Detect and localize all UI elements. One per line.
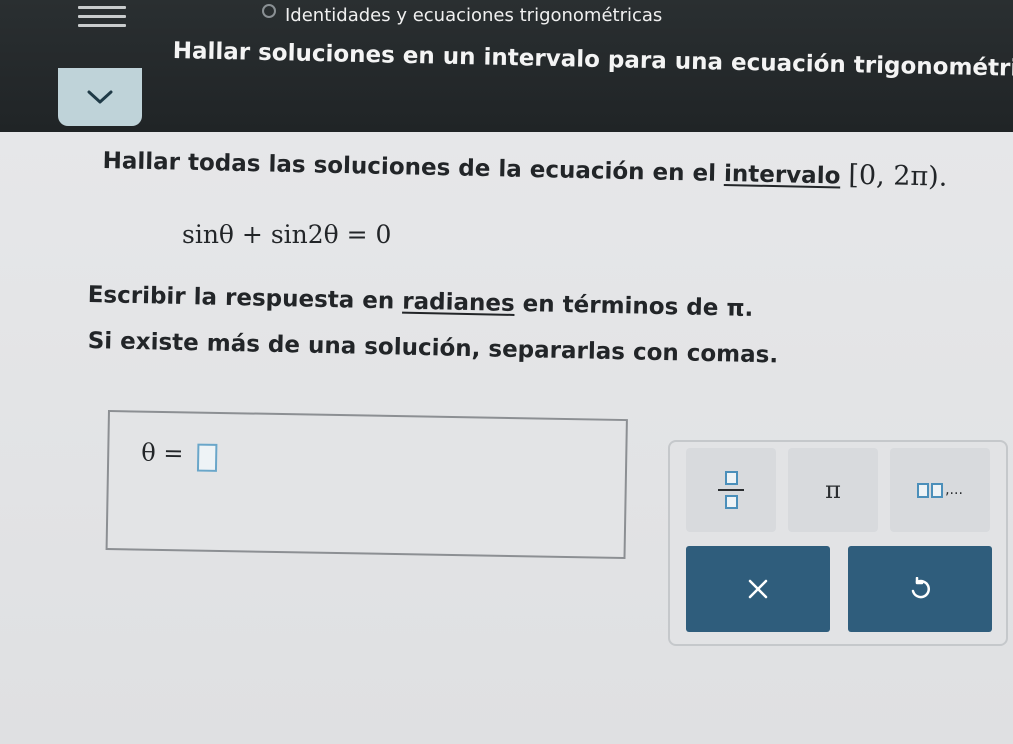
clear-button[interactable] <box>686 546 830 632</box>
topic-title: Identidades y ecuaciones trigonométricas <box>285 5 663 26</box>
interval-value: [0, 2π). <box>848 159 948 193</box>
pi-button[interactable]: π <box>788 448 878 532</box>
undo-button[interactable] <box>848 546 992 632</box>
instruction-line: Escribir la respuesta en radianes en tér… <box>87 282 753 322</box>
chevron-down-icon <box>87 90 113 104</box>
answer-input[interactable] <box>196 443 218 472</box>
pi-icon: π <box>825 476 841 504</box>
prompt-text: Hallar todas las soluciones de la ecuaci… <box>102 147 725 188</box>
undo-icon <box>911 577 930 599</box>
theta-label: θ = <box>141 438 184 468</box>
instruction-prefix: Escribir la respuesta en <box>87 282 403 315</box>
collapse-button[interactable] <box>58 68 142 126</box>
progress-ring-icon <box>262 4 276 18</box>
fraction-icon <box>718 471 744 509</box>
interval-link[interactable]: intervalo <box>724 161 841 189</box>
x-icon <box>748 579 768 599</box>
problem-title: Hallar soluciones en un intervalo para u… <box>172 38 1013 84</box>
math-tool-panel: π ,... <box>668 440 1008 646</box>
list-ellipsis: ,... <box>945 482 963 498</box>
problem-statement: Hallar todas las soluciones de la ecuaci… <box>102 144 947 193</box>
list-button[interactable]: ,... <box>890 448 990 532</box>
menu-icon[interactable] <box>78 6 126 30</box>
multiple-solutions-note: Si existe más de una solución, separarla… <box>87 328 779 369</box>
header-bar: Identidades y ecuaciones trigonométricas… <box>0 0 1013 132</box>
fraction-button[interactable] <box>686 448 776 532</box>
equation: sinθ + sin2θ = 0 <box>182 220 392 249</box>
answer-box: θ = <box>105 410 628 560</box>
instruction-suffix: en términos de π. <box>514 290 754 322</box>
list-icon: ,... <box>917 482 963 498</box>
radians-link[interactable]: radianes <box>402 289 515 317</box>
